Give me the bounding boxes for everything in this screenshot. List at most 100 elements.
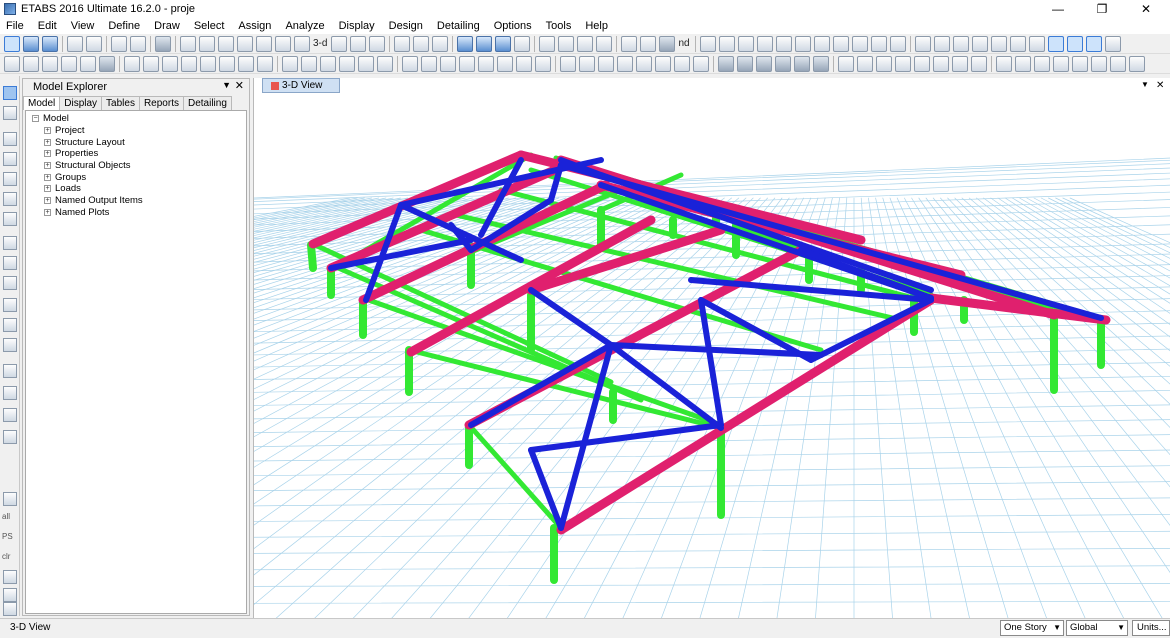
close-tools-icon[interactable]: [3, 588, 17, 602]
grid-icon[interactable]: [1028, 35, 1045, 52]
select-all-icon[interactable]: [4, 55, 20, 72]
clear-select-label[interactable]: clr: [2, 552, 10, 561]
rubber-band-icon[interactable]: [294, 35, 310, 52]
brace-tool-1-icon[interactable]: [282, 55, 298, 72]
move-up-icon[interactable]: [394, 35, 411, 52]
pin-icon[interactable]: ▼: [222, 80, 231, 90]
misc-tool-5-icon[interactable]: [1072, 55, 1088, 72]
menu-help[interactable]: Help: [585, 20, 615, 32]
tab-display[interactable]: Display: [59, 96, 103, 110]
previous-selection-icon[interactable]: [42, 55, 58, 72]
deselect-icon[interactable]: [23, 55, 39, 72]
tree-item-project[interactable]: + Project: [32, 125, 246, 137]
view-3d-button[interactable]: 3-d: [313, 38, 327, 49]
force-diagram-icon[interactable]: [558, 35, 575, 52]
detail-tool-5-icon[interactable]: [914, 55, 930, 72]
menu-draw[interactable]: Draw: [154, 20, 187, 32]
stress-icon[interactable]: [577, 35, 594, 52]
assign-diaphragm-icon[interactable]: [238, 55, 254, 72]
select-all-label[interactable]: all: [2, 512, 10, 521]
select-intersect-icon[interactable]: [3, 570, 17, 584]
show-tables-icon[interactable]: [596, 35, 613, 52]
snap-ends-icon[interactable]: [1047, 35, 1064, 52]
menu-design[interactable]: Design: [389, 20, 430, 32]
zoom-out-icon[interactable]: [237, 35, 253, 52]
misc-tool-7-icon[interactable]: [1110, 55, 1126, 72]
draw-wall-stack-icon[interactable]: [3, 430, 17, 444]
object-shrink-icon[interactable]: [476, 35, 493, 52]
detail-tool-3-icon[interactable]: [876, 55, 892, 72]
frame-forces-icon[interactable]: [640, 35, 657, 52]
menu-options[interactable]: Options: [494, 20, 539, 32]
close-panel-icon[interactable]: [3, 492, 17, 506]
expand-icon[interactable]: +: [44, 127, 51, 135]
detail-tool-8-icon[interactable]: [971, 55, 987, 72]
zoom-window-icon[interactable]: [180, 35, 196, 52]
save-icon[interactable]: [42, 35, 58, 52]
view-dropdown-icon[interactable]: ▼: [1141, 80, 1149, 89]
composite-design-icon[interactable]: [756, 55, 772, 72]
menu-edit[interactable]: Edit: [38, 20, 64, 32]
text-cursor-icon[interactable]: [699, 35, 716, 52]
grid-toggle-icon[interactable]: [3, 602, 17, 616]
display-options-icon[interactable]: [457, 35, 474, 52]
lock-icon[interactable]: [130, 35, 146, 52]
wall-design-icon[interactable]: [794, 55, 810, 72]
assign-load-icon[interactable]: [200, 55, 216, 72]
expand-icon[interactable]: +: [44, 185, 51, 193]
expand-icon[interactable]: +: [44, 173, 51, 181]
draw-grid-icon[interactable]: [3, 386, 17, 400]
shell-tool-4-icon[interactable]: [459, 55, 475, 72]
menu-detailing[interactable]: Detailing: [437, 20, 487, 32]
maximize-icon[interactable]: ❐: [1080, 0, 1124, 17]
design-tool-3-icon[interactable]: [598, 55, 614, 72]
assign-frame-icon[interactable]: [143, 55, 159, 72]
structure-3d-view[interactable]: [0, 78, 1170, 638]
run-analysis-icon[interactable]: [155, 35, 171, 52]
menu-tools[interactable]: Tools: [546, 20, 579, 32]
detail-tool-7-icon[interactable]: [952, 55, 968, 72]
snap-icon[interactable]: [971, 35, 988, 52]
expand-icon[interactable]: +: [44, 208, 51, 216]
detail-tool-6-icon[interactable]: [933, 55, 949, 72]
expand-icon[interactable]: +: [44, 150, 51, 158]
draw-column-icon[interactable]: [794, 35, 811, 52]
tree-item-named-plots[interactable]: + Named Plots: [32, 207, 246, 219]
misc-tool-8-icon[interactable]: [1129, 55, 1145, 72]
expand-icon[interactable]: +: [44, 197, 51, 205]
tree-item-named-output[interactable]: + Named Output Items: [32, 195, 246, 207]
menu-select[interactable]: Select: [194, 20, 232, 32]
design-tool-7-icon[interactable]: [674, 55, 690, 72]
redo-icon[interactable]: [86, 35, 102, 52]
draw-beam-icon[interactable]: [775, 35, 792, 52]
tree-item-properties[interactable]: + Properties: [32, 148, 246, 160]
concrete-design-icon[interactable]: [718, 55, 734, 72]
draw-line-icon[interactable]: [3, 132, 17, 146]
detail-tool-4-icon[interactable]: [895, 55, 911, 72]
clear-selection-icon[interactable]: [61, 55, 77, 72]
design-tool-8-icon[interactable]: [693, 55, 709, 72]
misc-tool-2-icon[interactable]: [1015, 55, 1031, 72]
misc-tool-4-icon[interactable]: [1053, 55, 1069, 72]
draw-diagonal-icon[interactable]: [3, 192, 17, 206]
extrude-icon[interactable]: [495, 35, 512, 52]
brace-tool-6-icon[interactable]: [377, 55, 393, 72]
draw-brace-icon[interactable]: [813, 35, 830, 52]
draw-tendon-icon[interactable]: [3, 408, 17, 422]
menu-define[interactable]: Define: [108, 20, 147, 32]
minimize-icon[interactable]: —: [1036, 0, 1080, 17]
draw-wall-icon[interactable]: [832, 35, 849, 52]
reactions-icon[interactable]: [621, 35, 638, 52]
coord-system-select[interactable]: Global ▼: [1066, 620, 1128, 636]
beam-member[interactable]: [466, 422, 564, 531]
menu-assign[interactable]: Assign: [238, 20, 278, 32]
misc-tool-6-icon[interactable]: [1091, 55, 1107, 72]
assign-joint-icon[interactable]: [124, 55, 140, 72]
set-display-icon[interactable]: [432, 35, 449, 52]
select-line-icon[interactable]: [80, 55, 96, 72]
detail-tool-2-icon[interactable]: [857, 55, 873, 72]
measure-icon[interactable]: [933, 35, 950, 52]
assign-mass-icon[interactable]: [219, 55, 235, 72]
brace-member[interactable]: [528, 447, 564, 531]
draw-wall-tool-icon[interactable]: [3, 276, 17, 290]
